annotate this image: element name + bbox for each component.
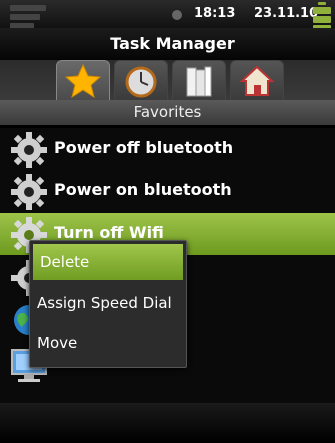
clock-icon [125,66,157,98]
star-icon [65,64,101,98]
books-icon [186,66,212,97]
gear-icon [11,132,47,168]
status-bar: 18:13 23.11.10 [0,0,335,28]
menu-item-delete[interactable]: Delete [33,244,183,280]
status-time: 18:13 [194,6,236,21]
list-item-label: Power on bluetooth [54,180,232,199]
title-bar: Task Manager [0,28,335,60]
bottom-bar [0,403,335,443]
list-item[interactable]: Power on bluetooth [0,170,335,212]
gear-icon [11,174,47,210]
tab-home[interactable] [230,60,284,101]
menu-item-move[interactable]: Move [30,325,186,361]
status-date: 23.11.10 [254,6,319,21]
list-item[interactable]: Power off bluetooth [0,128,335,170]
indicator-dot [172,10,182,20]
home-icon [239,65,275,96]
tab-bar [0,60,335,101]
list-item-label: Power off bluetooth [54,138,234,157]
context-menu: Delete Assign Speed Dial Move [29,240,187,368]
tab-tasks[interactable] [114,60,168,101]
menu-item-assign-speed-dial[interactable]: Assign Speed Dial [30,285,186,321]
tab-documents[interactable] [172,60,226,101]
tab-favorites[interactable] [56,60,110,101]
app-title: Task Manager [110,34,235,53]
section-header: Favorites [0,100,335,125]
